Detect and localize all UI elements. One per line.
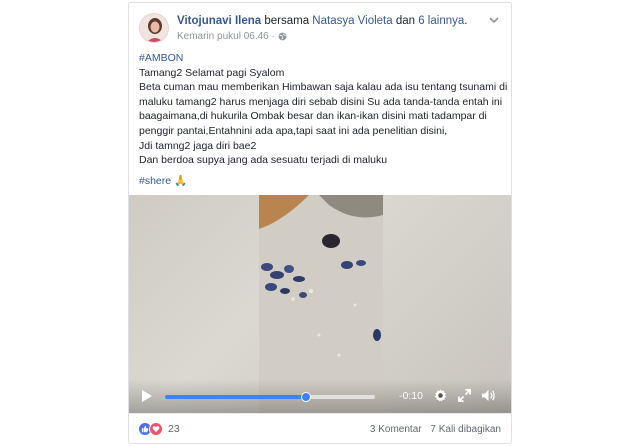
hashtag-ambon[interactable]: #AMBON (139, 51, 503, 66)
post-line: maluku tamang2 harus menjaga diri sebab … (139, 95, 503, 108)
progress-bar[interactable] (165, 392, 375, 402)
reactions[interactable]: 23 (138, 422, 180, 436)
post-line: baagaimana,di hukurila Ombak besar dan i… (139, 110, 487, 123)
timestamp[interactable]: Kemarin pukul 06.46 · (177, 31, 275, 42)
author-line: Vitojunavi Ilena bersama Natasya Violeta… (177, 15, 467, 27)
shares-link[interactable]: 7 Kali dibagikan (430, 424, 501, 435)
time-remaining: -0:10 (399, 390, 423, 402)
post-footer: 23 3 Komentar 7 Kali dibagikan (129, 413, 511, 443)
chevron-down-icon[interactable] (489, 16, 499, 24)
and-text: dan (392, 15, 419, 27)
video-player[interactable]: -0:10 (129, 195, 511, 413)
post-header: Vitojunavi Ilena bersama Natasya Violeta… (139, 13, 501, 47)
globe-icon[interactable] (278, 32, 287, 41)
period-text: . (464, 15, 468, 27)
play-icon[interactable] (141, 389, 153, 403)
post-stats: 3 Komentar 7 Kali dibagikan (370, 424, 501, 435)
hashtag-shere[interactable]: #shere (139, 175, 171, 187)
avatar[interactable] (139, 13, 169, 43)
post-body: #AMBON Tamang2 Selamat pagi Syalom Beta … (139, 51, 508, 188)
video-controls: -0:10 (129, 379, 511, 413)
post-card: Vitojunavi Ilena bersama Natasya Violeta… (128, 2, 512, 444)
post-line: Tamang2 Selamat pagi Syalom (139, 66, 285, 79)
love-icon (149, 422, 163, 436)
post-line: penggir pantai,Entahnini ada apa,tapi sa… (139, 124, 448, 137)
post-line: Jdi tamng2 jaga diri bae2 (139, 139, 257, 152)
progress-fill (165, 395, 306, 399)
post-line: Beta cuman mau memberikan Himbawan saja … (139, 81, 508, 94)
reaction-count[interactable]: 23 (168, 423, 180, 435)
fullscreen-icon[interactable] (457, 388, 472, 403)
settings-icon[interactable] (433, 388, 448, 403)
post-line: Dan berdoa supya jang ada sesuatu terjad… (139, 154, 388, 167)
progress-knob[interactable] (300, 392, 311, 402)
comments-link[interactable]: 3 Komentar (370, 424, 422, 435)
with-text: bersama (261, 15, 313, 27)
post-meta: Kemarin pukul 06.46 · (177, 31, 287, 42)
author-name[interactable]: Vitojunavi Ilena (177, 15, 261, 27)
others-link[interactable]: 6 lainnya (418, 15, 464, 27)
tagged-user[interactable]: Natasya Violeta (312, 15, 392, 27)
pray-emoji: 🙏 (174, 174, 188, 187)
volume-icon[interactable] (481, 388, 496, 403)
